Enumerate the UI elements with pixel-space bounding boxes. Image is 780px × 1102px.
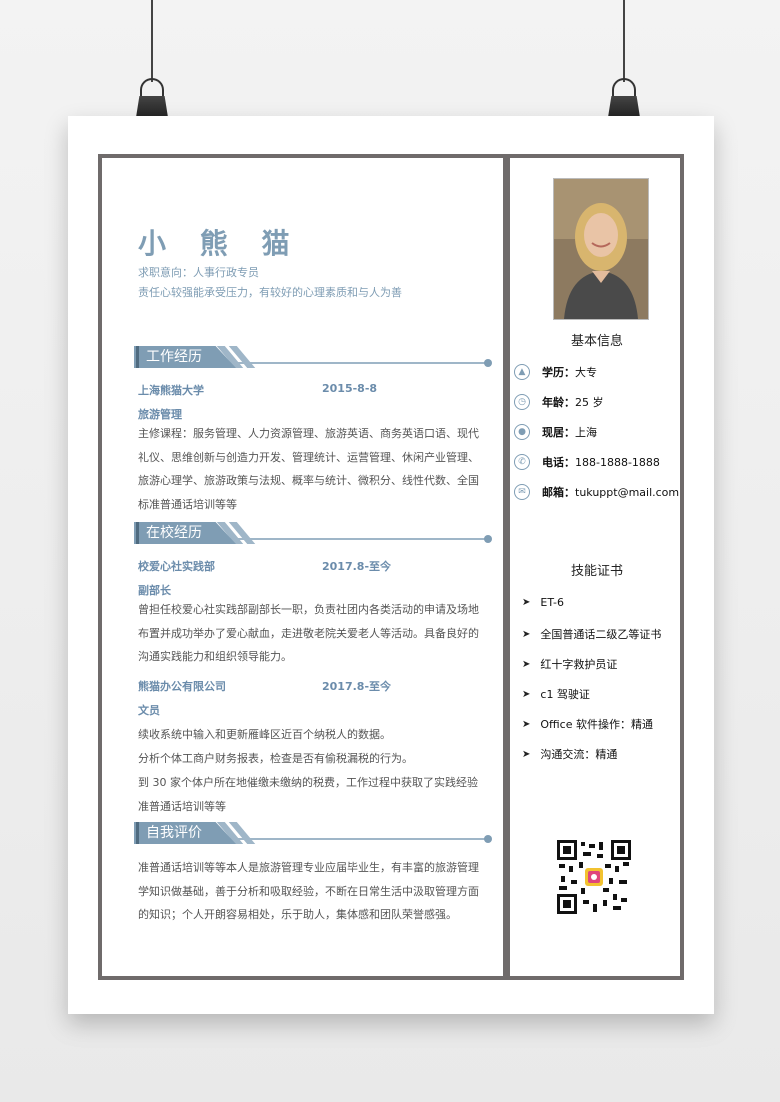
work-description: 主修课程：服务管理、人力资源管理、旅游英语、商务英语口语、现代礼仪、思维创新与创… — [138, 427, 479, 511]
arrow-icon: ➤ — [522, 628, 531, 640]
skill-item: ➤ ET-6 — [522, 596, 565, 609]
info-location: ● 现居： 上海 — [514, 422, 597, 442]
motto: 责任心较强能承受压力，有较好的心理素质和与人为善 — [138, 286, 402, 299]
basic-info-title: 基本信息 — [570, 334, 623, 349]
profile-photo — [553, 178, 649, 320]
resume-paper: 小 熊 猫 求职意向：人事行政专员 责任心较强能承受压力，有较好的心理素质和与人… — [68, 116, 714, 1014]
resume-frame: 小 熊 猫 求职意向：人事行政专员 责任心较强能承受压力，有较好的心理素质和与人… — [98, 154, 684, 980]
self-evaluation: 准普通话培训等等本人是旅游管理专业应届毕业生，有丰富的旅游管理学知识做基础，善于… — [138, 861, 479, 921]
school-entry-1-role: 副部长 — [138, 584, 171, 597]
info-education: ▲ 学历： 大专 — [514, 362, 597, 382]
column-divider — [503, 158, 510, 976]
school-entry-1-org: 校爱心社实践部 — [138, 560, 215, 573]
arrow-icon: ➤ — [522, 748, 531, 760]
school-entry-1-date: 2017.8-至今 — [322, 560, 392, 573]
arrow-icon: ➤ — [522, 688, 531, 700]
skill-item: ➤ 沟通交流：精通 — [522, 748, 618, 761]
info-email: ✉ 邮箱： tukuppt@mail.com — [514, 482, 679, 502]
school-entry-2-line: 准普通话培训等等 — [138, 800, 226, 813]
graduation-cap-icon: ▲ — [514, 364, 530, 380]
mail-icon: ✉ — [514, 484, 530, 500]
clock-icon: ◷ — [514, 394, 530, 410]
work-role: 旅游管理 — [138, 408, 182, 421]
section-header-school: 在校经历 — [134, 522, 492, 544]
school-entry-1-description: 曾担任校爱心社实践部副部长一职，负责社团内各类活动的申请及场地布置并成功举办了爱… — [138, 603, 479, 663]
school-entry-2-line: 续收系统中输入和更新雁峰区近百个纳税人的数据。 — [138, 728, 391, 741]
section-header-self: 自我评价 — [134, 822, 492, 844]
school-entry-2-line: 到 30 家个体户所在地催缴未缴纳的税费，工作过程中获取了实践经验 — [138, 776, 478, 789]
skill-item: ➤ 红十字救护员证 — [522, 658, 618, 671]
arrow-icon: ➤ — [522, 658, 531, 670]
school-entry-2-line: 分析个体工商户财务报表，检查是否有偷税漏税的行为。 — [138, 752, 413, 765]
info-phone: ✆ 电话： 188-1888-1888 — [514, 452, 660, 472]
arrow-icon: ➤ — [522, 597, 531, 608]
school-entry-2-date: 2017.8-至今 — [322, 680, 392, 693]
info-age: ◷ 年龄： 25 岁 — [514, 392, 604, 412]
hanging-string-left — [151, 0, 153, 82]
work-org: 上海熊猫大学 — [138, 384, 204, 397]
skill-item: ➤ Office 软件操作：精通 — [522, 718, 653, 731]
qr-code — [557, 840, 631, 914]
section-header-work: 工作经历 — [134, 346, 492, 368]
user-icon: ● — [514, 424, 530, 440]
skill-item: ➤ 全国普通话二级乙等证书 — [522, 628, 662, 641]
job-intent: 求职意向：人事行政专员 — [138, 266, 259, 279]
candidate-name: 小 熊 猫 — [138, 227, 302, 260]
skills-title: 技能证书 — [570, 564, 623, 579]
school-entry-2-role: 文员 — [138, 704, 160, 717]
skill-item: ➤ c1 驾驶证 — [522, 688, 590, 701]
arrow-icon: ➤ — [522, 718, 531, 730]
work-date: 2015-8-8 — [322, 382, 378, 395]
hanging-string-right — [623, 0, 625, 82]
school-entry-2-org: 熊猫办公有限公司 — [138, 680, 226, 693]
phone-icon: ✆ — [514, 454, 530, 470]
